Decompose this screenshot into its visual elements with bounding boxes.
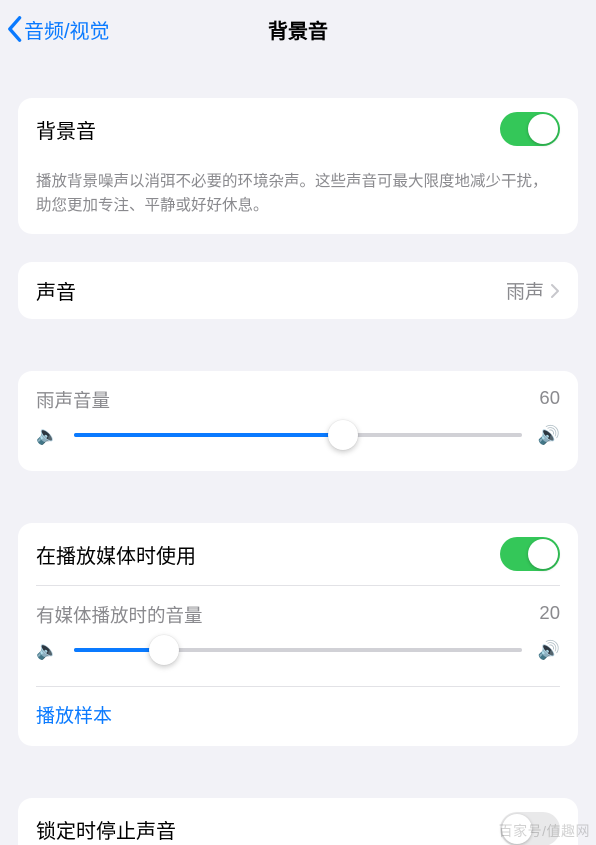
chevron-left-icon [4, 15, 24, 43]
back-label: 音频/视觉 [24, 15, 110, 44]
sound-row[interactable]: 声音 雨声 [18, 262, 578, 319]
media-volume-header: 有媒体播放时的音量 20 [18, 586, 578, 636]
volume-slider-row: 🔈 🔊 [18, 421, 578, 471]
lock-toggle[interactable] [500, 812, 560, 845]
speaker-low-icon: 🔈 [36, 640, 58, 661]
nav-bar: 音频/视觉 背景音 [0, 0, 596, 58]
background-sound-card: 背景音 播放背景噪声以消弭不必要的环境杂声。这些声音可最大限度地减少干扰，助您更… [18, 98, 578, 234]
lock-row: 锁定时停止声音 [18, 798, 578, 845]
media-toggle-label: 在播放媒体时使用 [36, 540, 500, 569]
speaker-high-icon: 🔊 [538, 425, 560, 446]
content: 背景音 播放背景噪声以消弭不必要的环境杂声。这些声音可最大限度地减少干扰，助您更… [0, 58, 596, 845]
lock-label: 锁定时停止声音 [36, 815, 500, 844]
play-sample-button[interactable]: 播放样本 [18, 687, 578, 746]
back-button[interactable]: 音频/视觉 [0, 15, 110, 44]
background-sound-row: 背景音 [18, 98, 578, 160]
volume-label: 雨声音量 [36, 387, 110, 413]
sound-value: 雨声 [506, 277, 544, 304]
volume-header: 雨声音量 60 [18, 371, 578, 421]
media-volume-value: 20 [539, 602, 560, 628]
settings-page: 音频/视觉 背景音 背景音 播放背景噪声以消弭不必要的环境杂声。这些声音可最大限… [0, 0, 596, 845]
speaker-low-icon: 🔈 [36, 425, 58, 446]
volume-card: 雨声音量 60 🔈 🔊 [18, 371, 578, 471]
volume-slider[interactable] [74, 421, 521, 449]
sound-card: 声音 雨声 [18, 262, 578, 319]
media-volume-slider-row: 🔈 🔊 [18, 636, 578, 686]
lock-card: 锁定时停止声音 [18, 798, 578, 845]
volume-value: 60 [539, 387, 560, 413]
chevron-right-icon [550, 283, 560, 299]
media-card: 在播放媒体时使用 有媒体播放时的音量 20 🔈 🔊 播放样本 [18, 523, 578, 746]
speaker-high-icon: 🔊 [538, 640, 560, 661]
media-toggle[interactable] [500, 537, 560, 571]
background-sound-toggle[interactable] [500, 112, 560, 146]
background-sound-footer: 播放背景噪声以消弭不必要的环境杂声。这些声音可最大限度地减少干扰，助您更加专注、… [18, 160, 578, 234]
media-toggle-row: 在播放媒体时使用 [18, 523, 578, 585]
sound-label: 声音 [36, 276, 506, 305]
media-volume-label: 有媒体播放时的音量 [36, 602, 203, 628]
background-sound-label: 背景音 [36, 115, 500, 144]
media-volume-slider[interactable] [74, 636, 521, 664]
